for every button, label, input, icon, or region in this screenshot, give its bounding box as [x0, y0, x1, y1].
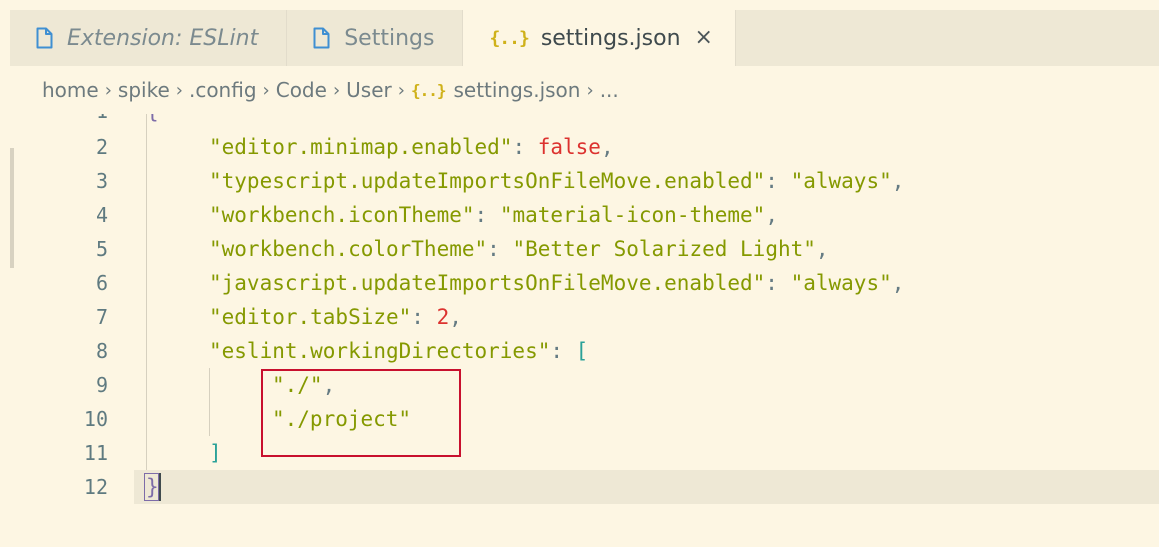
- json-value: false: [537, 135, 601, 159]
- json-braces-icon: {..}: [489, 27, 529, 49]
- json-comma: ,: [765, 203, 778, 227]
- json-colon: :: [765, 271, 791, 295]
- json-colon: :: [765, 169, 791, 193]
- json-value: "always": [790, 169, 892, 193]
- json-key: "typescript.updateImportsOnFileMove.enab…: [209, 169, 766, 193]
- json-comma: ,: [449, 305, 462, 329]
- breadcrumb-item-settings-json[interactable]: settings.json: [453, 78, 580, 102]
- text-cursor: [159, 473, 161, 501]
- chevron-right-icon: ›: [586, 79, 594, 101]
- json-colon: :: [487, 237, 513, 261]
- code-line: ]: [209, 436, 222, 470]
- json-key: "editor.minimap.enabled": [209, 135, 513, 159]
- annotation-highlight-box: [261, 369, 461, 457]
- json-comma: ,: [891, 169, 905, 193]
- json-braces-icon: {..}: [410, 80, 447, 100]
- tab-label: settings.json: [540, 25, 681, 51]
- breadcrumb-item-code[interactable]: Code: [276, 78, 327, 102]
- tab-bar: Extension: ESLint Settings {..} settings…: [10, 10, 1159, 66]
- tab-label: Settings: [344, 25, 435, 51]
- json-open-bracket: [: [575, 339, 589, 363]
- json-comma: ,: [600, 135, 614, 159]
- file-icon: [36, 27, 53, 49]
- json-key: "editor.tabSize": [209, 305, 412, 329]
- file-icon: [313, 27, 330, 49]
- breadcrumb: home › spike › .config › Code › User › {…: [10, 66, 1159, 114]
- code-line: "workbench.colorTheme": "Better Solarize…: [209, 232, 829, 266]
- code-content: "editor.minimap.enabled": false, "typesc…: [10, 114, 1159, 547]
- chevron-right-icon: ›: [332, 79, 341, 101]
- tab-settings-json[interactable]: {..} settings.json ×: [463, 10, 736, 66]
- tab-extension-eslint[interactable]: Extension: ESLint: [10, 10, 288, 66]
- json-colon: :: [411, 305, 437, 329]
- json-colon: :: [512, 135, 538, 159]
- code-line: "javascript.updateImportsOnFileMove.enab…: [209, 266, 904, 300]
- json-colon: :: [550, 339, 576, 363]
- tab-settings[interactable]: Settings: [287, 10, 464, 66]
- json-colon: :: [474, 203, 500, 227]
- chevron-right-icon: ›: [262, 79, 270, 101]
- json-value: "always": [790, 271, 892, 295]
- json-comma: ,: [815, 237, 829, 261]
- bracket-match-highlight: [144, 473, 159, 501]
- json-value: "Better Solarized Light": [512, 237, 816, 261]
- json-key: "workbench.colorTheme": [209, 237, 488, 261]
- json-key: "eslint.workingDirectories": [209, 339, 551, 363]
- code-line: "editor.minimap.enabled": false,: [209, 130, 614, 164]
- close-icon[interactable]: ×: [695, 27, 713, 49]
- breadcrumb-item-more[interactable]: ...: [600, 78, 619, 102]
- breadcrumb-item-home[interactable]: home: [42, 78, 99, 102]
- code-line: "typescript.updateImportsOnFileMove.enab…: [209, 164, 904, 198]
- breadcrumb-item-user[interactable]: User: [346, 78, 392, 102]
- chevron-right-icon: ›: [175, 79, 183, 101]
- breadcrumb-item-spike[interactable]: spike: [118, 78, 170, 102]
- json-close-bracket: ]: [209, 441, 222, 465]
- code-line: "editor.tabSize": 2,: [209, 300, 462, 334]
- code-line: "workbench.iconTheme": "material-icon-th…: [209, 198, 778, 232]
- chevron-right-icon: ›: [104, 79, 112, 101]
- code-editor[interactable]: 1 2 3 4 5 6 7 8 9 10 11 12 { "editor.min…: [10, 114, 1159, 547]
- json-value: "material-icon-theme": [499, 203, 766, 227]
- tab-label: Extension: ESLint: [67, 25, 259, 51]
- json-key: "workbench.iconTheme": [209, 203, 475, 227]
- json-key: "javascript.updateImportsOnFileMove.enab…: [209, 271, 766, 295]
- json-comma: ,: [891, 271, 905, 295]
- editor-window: Extension: ESLint Settings {..} settings…: [0, 0, 1159, 547]
- breadcrumb-item-config[interactable]: .config: [189, 78, 257, 102]
- code-line: "eslint.workingDirectories": [: [209, 334, 588, 368]
- json-value: 2: [436, 305, 450, 329]
- chevron-right-icon: ›: [397, 79, 405, 101]
